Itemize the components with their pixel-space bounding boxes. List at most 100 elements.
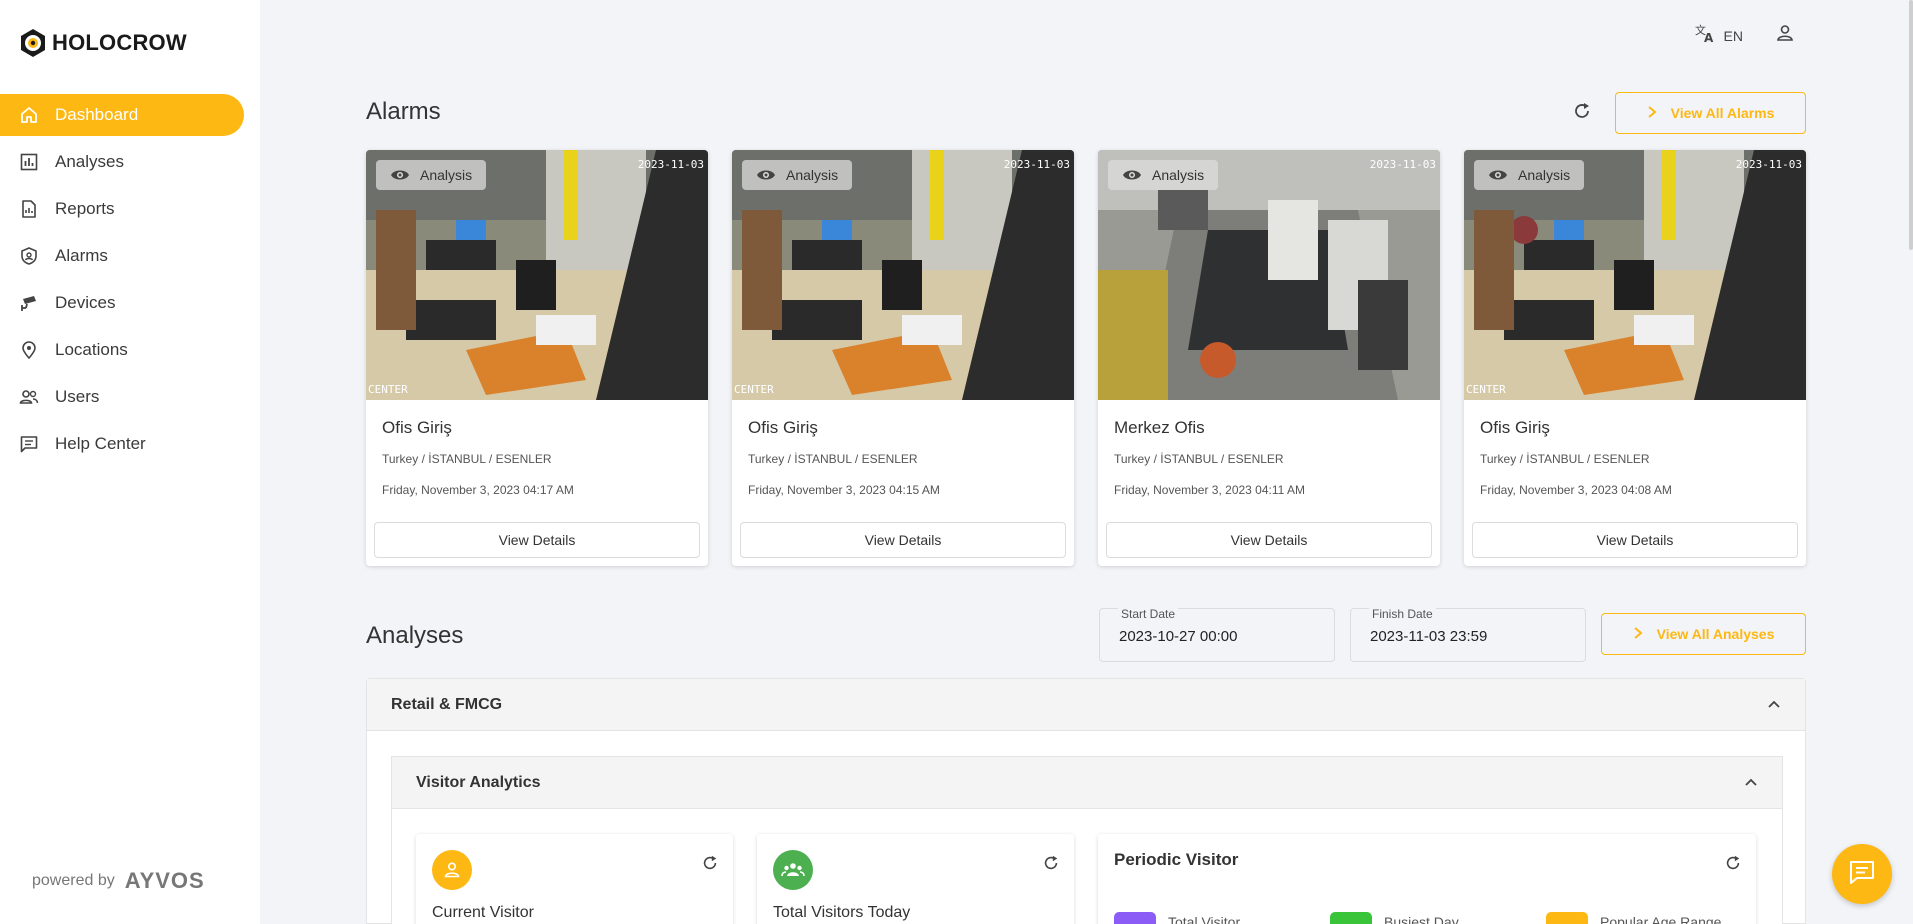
analysis-badge[interactable]: Analysis xyxy=(376,160,487,190)
view-details-button[interactable]: View Details xyxy=(740,522,1066,558)
sidebar-item-label: Locations xyxy=(55,340,128,359)
location-pin-icon xyxy=(18,339,40,361)
alarms-title: Alarms xyxy=(366,98,441,125)
user-icon xyxy=(1775,23,1795,48)
total-visitors-today-card: Total Visitors Today xyxy=(757,834,1074,924)
support-chat-button[interactable] xyxy=(1832,844,1892,904)
total-visitors-refresh-button[interactable] xyxy=(1042,854,1060,877)
periodic-visitor-refresh-button[interactable] xyxy=(1724,854,1742,877)
analysis-badge[interactable]: Analysis xyxy=(1108,160,1219,190)
sidebar-item-users[interactable]: Users xyxy=(0,376,244,418)
legend-swatch xyxy=(1114,912,1156,924)
alarm-camera-image[interactable]: Analysis 2023-11-03 CENTER xyxy=(1464,150,1806,400)
sidebar-item-label: Users xyxy=(55,387,100,406)
alarm-card: Analysis 2023-11-03 CENTER Ofis Giriş Tu… xyxy=(732,150,1074,566)
alarm-card-location: Turkey / İSTANBUL / ESENLER xyxy=(1114,452,1284,466)
scrollbar-thumb[interactable] xyxy=(1909,0,1913,250)
sidebar: HOLOCROW Dashboard Analyses Reports Alar… xyxy=(0,0,260,924)
home-icon xyxy=(18,104,40,126)
alarms-refresh-button[interactable] xyxy=(1568,99,1596,127)
eye-icon xyxy=(1488,168,1508,182)
alarm-camera-image[interactable]: Analysis 2023-11-03 CENTER xyxy=(366,150,708,400)
chevron-up-icon xyxy=(1767,696,1781,714)
alarm-card-title: Merkez Ofis xyxy=(1114,418,1205,437)
user-menu-button[interactable] xyxy=(1775,23,1795,48)
sidebar-item-devices[interactable]: Devices xyxy=(0,282,244,324)
analysis-badge[interactable]: Analysis xyxy=(1474,160,1585,190)
alarm-card-time: Friday, November 3, 2023 04:17 AM xyxy=(382,483,574,497)
alarm-card: Analysis 2023-11-03 Merkez Ofis Turkey /… xyxy=(1098,150,1440,566)
view-details-button[interactable]: View Details xyxy=(1106,522,1432,558)
language-code: EN xyxy=(1723,27,1743,44)
top-bar: 文A EN xyxy=(1694,22,1795,49)
view-details-button[interactable]: View Details xyxy=(374,522,700,558)
eye-icon xyxy=(1122,168,1142,182)
sidebar-item-help-center[interactable]: Help Center xyxy=(0,423,244,465)
alarm-card-location: Turkey / İSTANBUL / ESENLER xyxy=(748,452,918,466)
current-visitor-label: Current Visitor xyxy=(432,904,534,921)
legend-swatch xyxy=(1546,912,1588,924)
start-date-value: 2023-10-27 00:00 xyxy=(1119,628,1238,645)
visitor-analytics-panel-header[interactable]: Visitor Analytics xyxy=(392,757,1782,809)
sidebar-item-locations[interactable]: Locations xyxy=(0,329,244,371)
report-icon xyxy=(18,198,40,220)
view-all-alarms-button[interactable]: View All Alarms xyxy=(1615,92,1806,134)
legend-busiest-day: Busiest Day xyxy=(1330,912,1459,924)
alarm-camera-image[interactable]: Analysis 2023-11-03 CENTER xyxy=(732,150,1074,400)
total-visitors-today-label: Total Visitors Today xyxy=(773,904,911,921)
legend-label: Popular Age Range xyxy=(1600,914,1722,924)
alarm-card-time: Friday, November 3, 2023 04:11 AM xyxy=(1114,483,1305,497)
start-date-label: Start Date xyxy=(1118,607,1179,621)
holocrow-logo-icon xyxy=(21,29,45,57)
sub-panel-title: Visitor Analytics xyxy=(416,773,541,791)
analysis-badge-label: Analysis xyxy=(1518,167,1571,183)
alarm-card-title: Ofis Giriş xyxy=(1480,418,1550,437)
sidebar-item-dashboard[interactable]: Dashboard xyxy=(0,94,244,136)
person-icon xyxy=(432,850,472,890)
sidebar-item-analyses[interactable]: Analyses xyxy=(0,141,244,183)
periodic-visitor-card: Periodic Visitor Total Visitor Busiest D… xyxy=(1098,834,1756,924)
alarm-card-location: Turkey / İSTANBUL / ESENLER xyxy=(382,452,552,466)
analysis-badge-label: Analysis xyxy=(786,167,839,183)
sidebar-item-alarms[interactable]: Alarms xyxy=(0,235,244,277)
legend-swatch xyxy=(1330,912,1372,924)
view-details-button[interactable]: View Details xyxy=(1472,522,1798,558)
alarm-card: Analysis 2023-11-03 CENTER Ofis Giriş Tu… xyxy=(366,150,708,566)
refresh-icon xyxy=(701,854,719,877)
camera-timestamp: 2023-11-03 xyxy=(1735,158,1802,171)
sidebar-item-label: Dashboard xyxy=(55,105,139,124)
language-selector[interactable]: 文A EN xyxy=(1694,22,1743,49)
powered-by-label: powered by xyxy=(32,872,115,889)
refresh-icon xyxy=(1042,854,1060,877)
view-all-analyses-button[interactable]: View All Analyses xyxy=(1601,613,1806,655)
sidebar-nav: Dashboard Analyses Reports Alarms Device… xyxy=(0,94,260,470)
finish-date-field[interactable]: Finish Date 2023-11-03 23:59 xyxy=(1350,607,1586,662)
feedback-icon xyxy=(1848,859,1876,890)
legend-label: Busiest Day xyxy=(1384,914,1459,924)
refresh-icon xyxy=(1572,101,1592,126)
eye-icon xyxy=(390,168,410,182)
analysis-badge[interactable]: Analysis xyxy=(742,160,853,190)
chat-icon xyxy=(18,433,40,455)
sidebar-item-reports[interactable]: Reports xyxy=(0,188,244,230)
current-visitor-refresh-button[interactable] xyxy=(701,854,719,877)
camera-tag: CENTER xyxy=(368,383,408,396)
start-date-field[interactable]: Start Date 2023-10-27 00:00 xyxy=(1099,607,1335,662)
current-visitor-card: Current Visitor xyxy=(416,834,733,924)
sidebar-item-label: Help Center xyxy=(55,434,146,453)
chevron-right-icon xyxy=(1633,626,1643,643)
translate-icon: 文A xyxy=(1694,22,1716,49)
analyses-title: Analyses xyxy=(366,622,464,649)
sidebar-item-label: Reports xyxy=(55,199,115,218)
eye-icon xyxy=(756,168,776,182)
camera-icon xyxy=(18,292,40,314)
chevron-right-icon xyxy=(1647,105,1657,122)
camera-timestamp: 2023-11-03 xyxy=(637,158,704,171)
camera-timestamp: 2023-11-03 xyxy=(1369,158,1436,171)
alarm-camera-image[interactable]: Analysis 2023-11-03 xyxy=(1098,150,1440,400)
holocrow-logo[interactable]: HOLOCROW xyxy=(18,28,187,58)
page-scrollbar[interactable] xyxy=(1907,0,1913,924)
sidebar-item-label: Alarms xyxy=(55,246,108,265)
retail-fmcg-panel-header[interactable]: Retail & FMCG xyxy=(367,679,1805,731)
brand-name: HOLOCROW xyxy=(52,30,187,55)
